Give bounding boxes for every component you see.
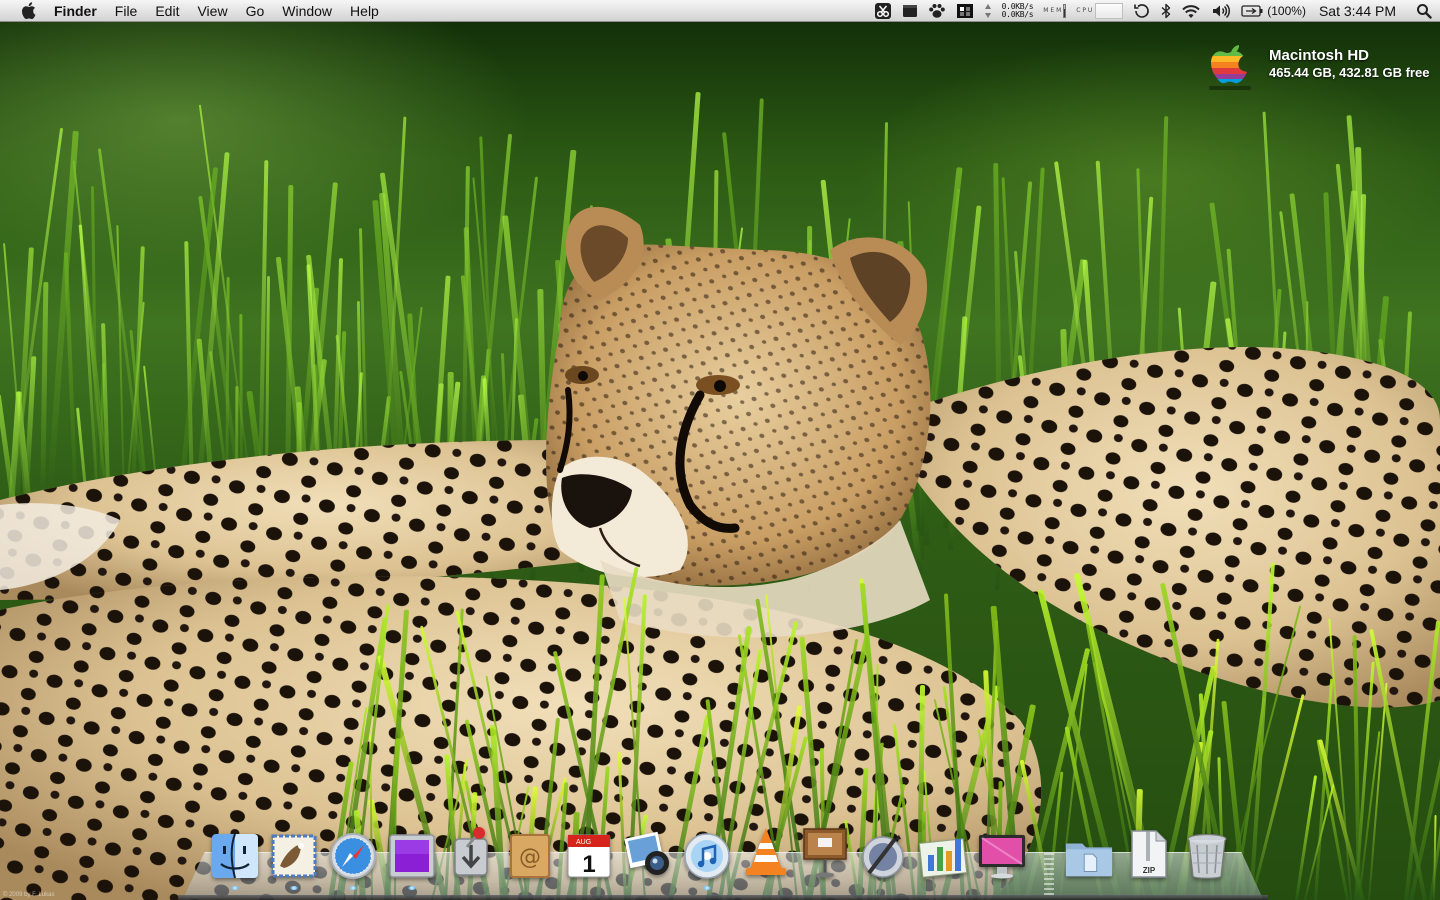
sort-arrows-icon[interactable] [984, 0, 992, 22]
wifi-icon[interactable] [1181, 0, 1201, 22]
running-indicator [290, 886, 298, 890]
cheetah-photo [0, 206, 1440, 900]
network-stats[interactable]: 0.0KB/s 0.0KB/s [1002, 0, 1034, 22]
cpu-meter[interactable]: C P U [1076, 0, 1124, 22]
running-indicator [703, 886, 711, 890]
documents-folder-icon[interactable] [1063, 832, 1115, 884]
menu-window[interactable]: Window [273, 0, 341, 22]
menu-go[interactable]: Go [237, 0, 274, 22]
mail-icon[interactable] [268, 830, 320, 882]
dock-separator [1044, 853, 1054, 895]
battery-status[interactable]: (100%) [1241, 0, 1306, 22]
iphoto-icon[interactable] [622, 828, 674, 880]
memory-label: M E M [1043, 7, 1062, 14]
running-indicator [231, 886, 239, 890]
ical-icon[interactable]: AUG 1 [563, 830, 615, 882]
script-editor-icon[interactable] [858, 830, 910, 882]
macintosh-hd-drive[interactable]: Macintosh HD 465.44 GB, 432.81 GB free [1203, 36, 1429, 92]
volume-icon[interactable] [1211, 0, 1231, 22]
running-indicator [349, 886, 357, 890]
running-indicator [408, 886, 416, 890]
paw-icon[interactable] [928, 0, 946, 22]
wallpaper-credit: © 2009 by F. Lukas [3, 892, 55, 898]
safari-icon[interactable] [327, 830, 379, 882]
purple-app-icon[interactable] [386, 830, 438, 882]
apple-menu-icon[interactable] [18, 1, 38, 21]
cpu-label: C P U [1076, 7, 1093, 14]
keynote-icon[interactable] [799, 826, 851, 878]
network-download-rate: 0.0KB/s [1001, 10, 1034, 19]
address-book-icon[interactable]: @ [504, 830, 556, 882]
menu-bar: Finder File Edit View Go Window Help 0.0… [0, 0, 1440, 22]
vlc-icon[interactable] [740, 826, 792, 878]
menu-view[interactable]: View [188, 0, 236, 22]
drive-name: Macintosh HD [1269, 47, 1370, 64]
ical-day: 1 [582, 851, 595, 878]
scissors-icon[interactable] [874, 0, 892, 22]
spotlight-search-icon[interactable] [1408, 0, 1440, 22]
app-menu-finder[interactable]: Finder [54, 0, 106, 22]
spaces-icon[interactable] [956, 0, 974, 22]
menu-file[interactable]: File [106, 0, 147, 22]
ical-month: AUG [576, 839, 591, 846]
menu-edit[interactable]: Edit [146, 0, 188, 22]
menu-help[interactable]: Help [341, 0, 388, 22]
time-machine-icon[interactable] [1133, 0, 1151, 22]
drive-capacity: 465.44 GB, 432.81 GB free [1269, 65, 1430, 80]
memory-meter[interactable]: M E M [1043, 0, 1067, 22]
cpu-graph [1095, 3, 1124, 19]
trash-icon[interactable] [1181, 830, 1233, 882]
desktop-wallpaper: © 2009 by F. Lukas [0, 0, 1440, 900]
svg-text:@: @ [519, 845, 541, 870]
cleanmymac-icon[interactable] [976, 830, 1028, 882]
memory-bar [1063, 4, 1067, 18]
itunes-icon[interactable] [681, 830, 733, 882]
bluetooth-icon[interactable] [1161, 0, 1171, 22]
window-icon[interactable] [902, 0, 918, 22]
dock-shelf-edge [178, 895, 1268, 900]
menubar-clock[interactable]: Sat 3:44 PM [1319, 3, 1396, 19]
battery-percent: (100%) [1267, 4, 1306, 18]
zip-archive-icon[interactable]: ZIP [1122, 828, 1174, 880]
rainbow-apple-icon [1209, 45, 1251, 90]
battery-icon [1241, 5, 1263, 17]
download-app-icon[interactable] [445, 826, 497, 878]
zip-label: ZIP [1143, 866, 1156, 875]
numbers-icon[interactable] [917, 828, 969, 880]
finder-icon[interactable] [209, 830, 261, 882]
